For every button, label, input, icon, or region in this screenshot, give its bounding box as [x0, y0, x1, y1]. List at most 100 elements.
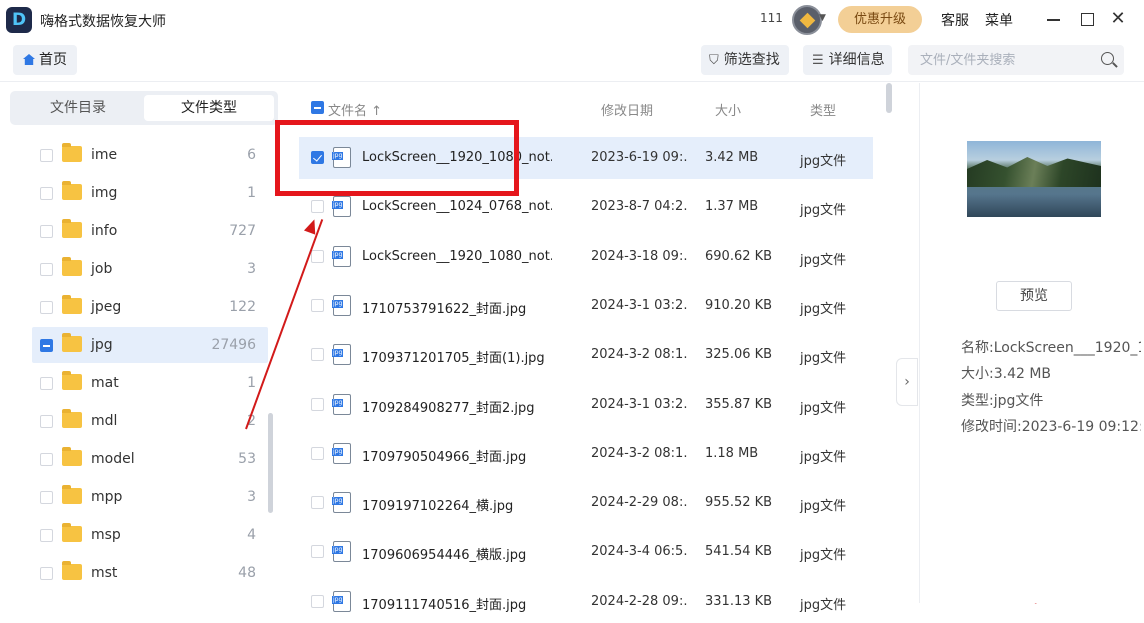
- folder-icon: [62, 181, 82, 200]
- caret-down-icon[interactable]: ▼: [819, 13, 826, 23]
- file-type: jpg文件: [800, 548, 847, 564]
- filter-icon: ⛉: [709, 53, 719, 68]
- table-row[interactable]: 1709197102264_横.jpg 2024-2-29 08:... 955.5…: [299, 482, 873, 524]
- title-bar: D 嗨格式数据恢复大师 111 ▼ 优惠升级 客服 菜单 ✕: [0, 0, 1144, 40]
- item-checkbox[interactable]: [40, 149, 53, 162]
- item-name: jpeg: [91, 299, 122, 315]
- sidebar-item-ime[interactable]: ime 6: [32, 137, 268, 173]
- item-checkbox[interactable]: [40, 263, 53, 276]
- search-input[interactable]: [908, 45, 1093, 75]
- vip-badge-icon[interactable]: [792, 5, 822, 35]
- item-checkbox[interactable]: [40, 567, 53, 580]
- item-checkbox[interactable]: [40, 339, 53, 352]
- filter-button[interactable]: ⛉ 筛选查找: [701, 45, 789, 75]
- sidebar-item-job[interactable]: job 3: [32, 251, 268, 287]
- sidebar-item-model[interactable]: model 53: [32, 441, 268, 477]
- upgrade-button[interactable]: 优惠升级: [838, 6, 922, 33]
- tab-file-type[interactable]: 文件类型: [144, 95, 274, 121]
- file-date: 2024-3-4 06:5...: [591, 544, 687, 560]
- sidebar-item-mpp[interactable]: mpp 3: [32, 479, 268, 515]
- item-name: mdl: [91, 413, 118, 429]
- row-checkbox[interactable]: [311, 397, 324, 411]
- file-date: 2024-3-2 08:1...: [591, 445, 687, 461]
- gem-icon: [799, 12, 816, 29]
- select-all-checkbox[interactable]: [311, 101, 324, 114]
- app-title: 嗨格式数据恢复大师: [40, 14, 166, 30]
- table-row[interactable]: 1709606954446_横版.jpg 2024-3-4 06:5... 541.…: [299, 531, 873, 573]
- folder-icon: [62, 561, 82, 580]
- table-row[interactable]: 1710753791622_封面.jpg 2024-3-1 03:2... 910.…: [299, 285, 873, 327]
- preview-button[interactable]: 预览: [996, 281, 1072, 311]
- item-checkbox[interactable]: [40, 187, 53, 200]
- table-row[interactable]: 1709284908277_封面2.jpg 2024-3-1 03:2... 355…: [299, 384, 873, 426]
- list-scrollbar[interactable]: [886, 83, 892, 113]
- file-date: 2024-3-1 03:2...: [591, 297, 687, 313]
- row-checkbox[interactable]: [311, 496, 324, 510]
- sidebar-item-info[interactable]: info 727: [32, 213, 268, 249]
- search-icon[interactable]: [1101, 52, 1114, 65]
- sidebar-item-msp[interactable]: msp 4: [32, 517, 268, 553]
- row-checkbox[interactable]: [311, 594, 324, 608]
- jpg-file-icon: [332, 294, 351, 316]
- file-date: 2024-3-18 09:...: [591, 248, 687, 264]
- row-checkbox[interactable]: [311, 446, 324, 460]
- item-count: 6: [247, 147, 256, 163]
- item-count: 4: [247, 527, 256, 543]
- file-date: 2024-3-2 08:1...: [591, 347, 687, 363]
- menu-button[interactable]: 菜单: [985, 10, 1013, 30]
- folder-icon: [62, 257, 82, 276]
- item-count: 48: [238, 565, 256, 581]
- table-row[interactable]: 1709111740516_封面.jpg 2024-2-28 09:... 331.…: [299, 581, 873, 623]
- sidebar-scrollbar[interactable]: [268, 413, 273, 513]
- sidebar-item-jpg[interactable]: jpg 27496: [32, 327, 268, 363]
- row-checkbox[interactable]: [311, 348, 324, 362]
- item-count: 27496: [211, 337, 256, 353]
- detail-name: 名称:LockScreen___1920_1...: [961, 340, 1141, 356]
- file-size: 910.20 KB: [705, 297, 773, 313]
- table-row[interactable]: 1709790504966_封面.jpg 2024-3-2 08:1... 1.18…: [299, 433, 873, 475]
- item-checkbox[interactable]: [40, 415, 53, 428]
- table-row[interactable]: 1709371201705_封面(1).jpg 2024-3-2 08:1... 3…: [299, 334, 873, 376]
- row-checkbox[interactable]: [311, 200, 324, 214]
- sidebar-item-mst[interactable]: mst 48: [32, 555, 268, 591]
- row-checkbox[interactable]: [311, 545, 324, 559]
- file-type: jpg文件: [800, 400, 847, 416]
- item-checkbox[interactable]: [40, 453, 53, 466]
- header-type[interactable]: 类型: [810, 100, 836, 119]
- header-size[interactable]: 大小: [715, 100, 741, 119]
- file-size: 3.42 MB: [705, 150, 759, 165]
- folder-icon: [62, 295, 82, 314]
- item-checkbox[interactable]: [40, 301, 53, 314]
- detail-info-button[interactable]: ☰ 详细信息: [803, 45, 892, 75]
- file-name: 1709197102264_横.jpg: [362, 499, 514, 515]
- minimize-icon[interactable]: [1043, 8, 1065, 30]
- sidebar-item-img[interactable]: img 1: [32, 175, 268, 211]
- item-checkbox[interactable]: [40, 529, 53, 542]
- item-checkbox[interactable]: [40, 491, 53, 504]
- file-type: jpg文件: [800, 203, 847, 219]
- close-icon[interactable]: ✕: [1107, 8, 1129, 30]
- folder-icon: [62, 219, 82, 238]
- table-row[interactable]: LockScreen__1920_1080_not... 2024-3-18 09…: [299, 236, 873, 278]
- maximize-icon[interactable]: [1076, 8, 1098, 30]
- item-count: 53: [238, 451, 256, 467]
- app-logo-icon: D: [6, 7, 32, 33]
- item-name: msp: [91, 527, 121, 543]
- item-count: 1: [247, 185, 256, 201]
- sidebar-item-jpeg[interactable]: jpeg 122: [32, 289, 268, 325]
- item-checkbox[interactable]: [40, 225, 53, 238]
- detail-panel: 预览 名称:LockScreen___1920_1... 大小:3.42 MB …: [919, 83, 1144, 603]
- tab-file-directory[interactable]: 文件目录: [13, 95, 143, 121]
- item-checkbox[interactable]: [40, 377, 53, 390]
- row-checkbox[interactable]: [311, 298, 324, 312]
- collapse-panel-button[interactable]: ›: [896, 358, 918, 406]
- row-checkbox[interactable]: [311, 249, 324, 263]
- file-size: 690.62 KB: [705, 248, 773, 264]
- header-name[interactable]: 文件名 ↑: [328, 100, 382, 119]
- sidebar-item-mat[interactable]: mat 1: [32, 365, 268, 401]
- file-type: jpg文件: [800, 351, 847, 367]
- header-date[interactable]: 修改日期: [601, 100, 653, 119]
- home-button[interactable]: 首页: [13, 45, 77, 75]
- sidebar-item-mdl[interactable]: mdl 2: [32, 403, 268, 439]
- support-button[interactable]: 客服: [941, 10, 969, 30]
